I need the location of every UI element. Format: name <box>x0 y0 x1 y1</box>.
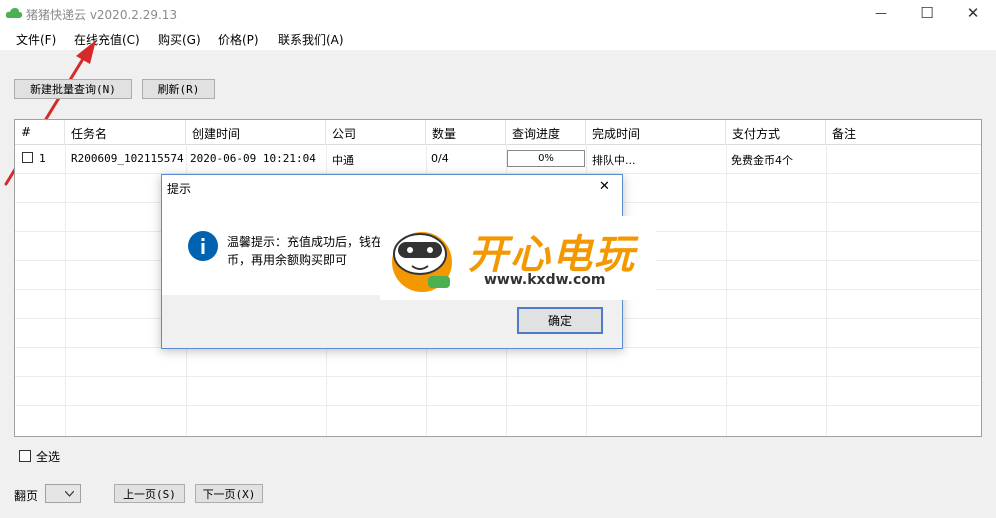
select-all-label[interactable]: 全选 <box>36 448 60 465</box>
column-header-task-name[interactable]: 任务名 <box>65 120 186 144</box>
cloud-icon <box>5 8 23 18</box>
maximize-icon: ☐ <box>920 4 934 22</box>
info-icon <box>188 231 218 261</box>
column-header-note[interactable]: 备注 <box>826 120 981 144</box>
column-divider <box>726 144 727 436</box>
watermark-url: www.kxdw.com <box>484 272 606 288</box>
prev-page-button[interactable]: 上一页(S) <box>114 484 185 503</box>
mascot-logo-icon <box>392 232 452 292</box>
refresh-button[interactable]: 刷新(R) <box>142 79 215 99</box>
column-header-count[interactable]: 数量 <box>426 120 506 144</box>
select-all-checkbox[interactable] <box>19 450 31 462</box>
header-divider <box>15 144 981 145</box>
menu-buy[interactable]: 购买(G) <box>158 31 201 48</box>
column-header-company[interactable]: 公司 <box>326 120 426 144</box>
column-divider <box>65 144 66 436</box>
dialog-title: 提示 <box>167 182 192 196</box>
row-index: 1 <box>39 152 46 165</box>
menu-contact[interactable]: 联系我们(A) <box>278 31 344 48</box>
row-progress-bar: 0% <box>507 150 585 167</box>
row-created: 2020-06-09 10:21:04 <box>190 152 316 165</box>
row-finish: 排队中... <box>592 154 636 167</box>
column-header-payment[interactable]: 支付方式 <box>726 120 826 144</box>
row-divider <box>15 405 981 406</box>
column-divider <box>826 144 827 436</box>
ok-button[interactable]: 确定 <box>517 307 603 334</box>
window-title: 猪猪快递云 v2020.2.29.13 <box>26 8 178 22</box>
next-page-button[interactable]: 下一页(X) <box>195 484 263 503</box>
column-header-index[interactable]: # <box>15 120 65 144</box>
column-header-progress[interactable]: 查询进度 <box>506 120 586 144</box>
row-count: 0/4 <box>431 152 449 165</box>
page-label: 翻页 <box>14 489 39 503</box>
row-checkbox[interactable] <box>22 152 33 163</box>
menu-bar: 文件(F) 在线充值(C) 购买(G) 价格(P) 联系我们(A) <box>0 26 996 50</box>
row-task-name: R200609_102115574 <box>71 152 184 165</box>
dialog-message-line1: 温馨提示：充值成功后，钱在 <box>227 235 384 249</box>
column-header-finish[interactable]: 完成时间 <box>586 120 726 144</box>
chevron-down-icon <box>65 491 74 497</box>
column-header-created[interactable]: 创建时间 <box>186 120 326 144</box>
title-bar: 猪猪快递云 v2020.2.29.13 — ☐ ✕ <box>0 0 996 26</box>
row-company: 中通 <box>332 154 354 167</box>
menu-price[interactable]: 价格(P) <box>218 31 259 48</box>
row-progress-label: 0% <box>538 153 554 164</box>
row-divider <box>15 376 981 377</box>
close-button[interactable]: ✕ <box>950 0 996 26</box>
page-select[interactable] <box>45 484 81 503</box>
new-batch-query-button[interactable]: 新建批量查询(N) <box>14 79 132 99</box>
maximize-button[interactable]: ☐ <box>904 0 950 26</box>
dialog-close-icon[interactable]: ✕ <box>599 179 610 194</box>
row-payment: 免费金币4个 <box>731 154 793 167</box>
minimize-icon: — <box>875 6 887 20</box>
close-icon: ✕ <box>966 4 980 22</box>
dialog-message-line2: 币，再用余额购买即可 <box>227 253 348 267</box>
watermark: 开心电玩 www.kxdw.com <box>380 216 656 300</box>
dialog-title-bar: 提示 ✕ <box>162 175 622 200</box>
minimize-button[interactable]: — <box>858 0 904 26</box>
